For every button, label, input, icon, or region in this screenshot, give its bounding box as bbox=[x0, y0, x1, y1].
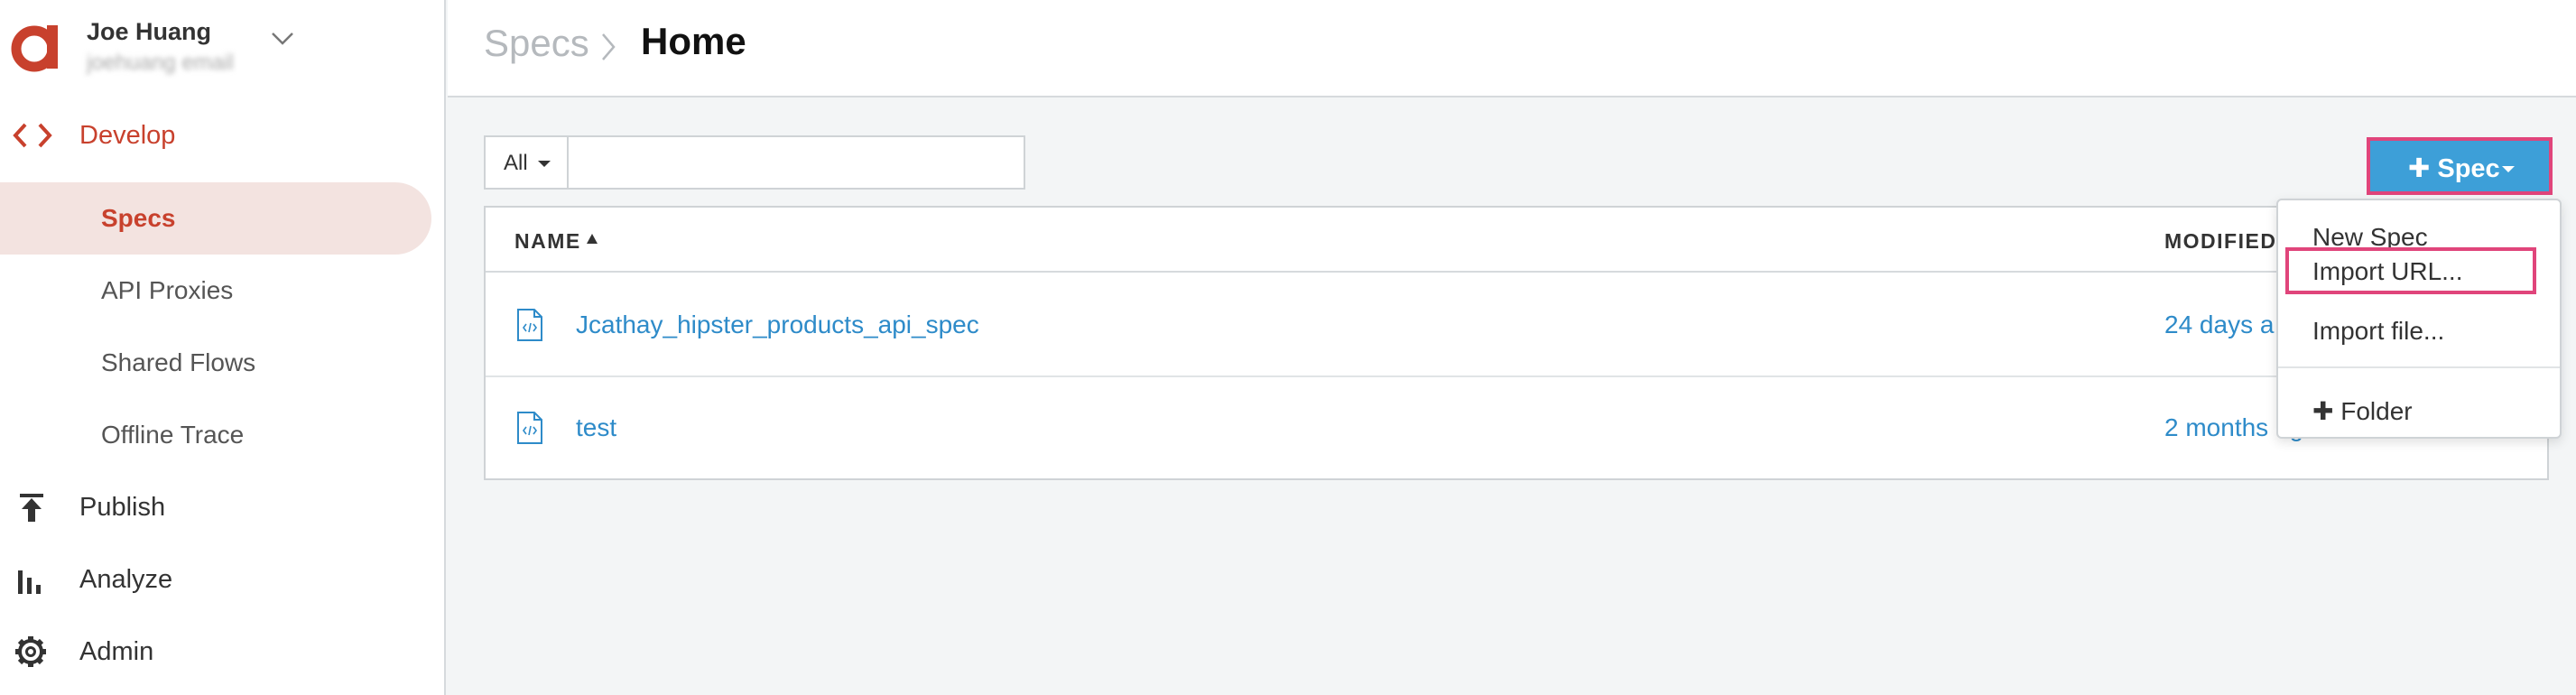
menu-item-label: Import file... bbox=[2312, 317, 2445, 345]
nav-analyze[interactable]: Analyze bbox=[0, 543, 446, 616]
menu-item-text: Folder bbox=[2340, 397, 2413, 425]
publish-icon bbox=[20, 494, 43, 522]
table-row[interactable]: Jcathay_hipster_products_api_spec 24 day… bbox=[486, 274, 2547, 377]
spec-file-icon bbox=[517, 412, 542, 444]
column-header-modified[interactable]: MODIFIED bbox=[2164, 229, 2276, 254]
user-name: Joe Huang bbox=[87, 18, 212, 45]
nav-analyze-label: Analyze bbox=[79, 565, 173, 594]
spec-file-icon bbox=[517, 309, 542, 341]
add-spec-button[interactable]: ✚ Spec bbox=[2367, 137, 2553, 195]
modified-value: 24 days a bbox=[2164, 310, 2275, 338]
caret-down-icon bbox=[2502, 166, 2515, 172]
page-header: Specs Home bbox=[448, 0, 2576, 97]
plus-icon: ✚ bbox=[2312, 397, 2341, 425]
specs-table: NAME MODIFIED Jcathay_hipster_products_a… bbox=[484, 206, 2549, 480]
nav-publish-label: Publish bbox=[79, 493, 166, 522]
add-spec-text: Spec bbox=[2437, 154, 2500, 183]
table-header: NAME MODIFIED bbox=[486, 208, 2547, 273]
sidebar-item-offline-trace[interactable]: Offline Trace bbox=[0, 399, 431, 471]
nav-admin-label: Admin bbox=[79, 637, 154, 666]
user-email: joehuang email bbox=[87, 51, 234, 75]
sidebar: Joe Huang joehuang email Develop Specs A… bbox=[0, 0, 446, 695]
sidebar-item-shared-flows[interactable]: Shared Flows bbox=[0, 327, 431, 399]
chevron-down-icon[interactable] bbox=[271, 31, 294, 47]
plus-icon: ✚ bbox=[2408, 154, 2431, 183]
menu-item-label: ✚ Folder bbox=[2312, 396, 2413, 426]
spec-dropdown-menu: New Spec Import URL... Import file... ✚ … bbox=[2276, 199, 2562, 439]
nav-admin[interactable]: Admin bbox=[0, 616, 446, 688]
menu-item-folder[interactable]: ✚ Folder bbox=[2278, 386, 2560, 433]
menu-item-label: Import URL... bbox=[2312, 257, 2463, 285]
nav-develop[interactable]: Develop bbox=[0, 99, 446, 171]
column-header-name[interactable]: NAME bbox=[514, 229, 581, 254]
sidebar-item-api-proxies[interactable]: API Proxies bbox=[0, 255, 431, 327]
sidebar-item-label: Specs bbox=[101, 204, 176, 232]
chevron-right-icon bbox=[602, 33, 616, 60]
search-input[interactable] bbox=[570, 137, 1024, 188]
code-icon bbox=[13, 123, 52, 148]
sidebar-item-label: Offline Trace bbox=[101, 421, 245, 449]
spec-name-link[interactable]: test bbox=[576, 413, 616, 442]
sidebar-item-label: Shared Flows bbox=[101, 348, 256, 376]
search-filter: All bbox=[484, 135, 1025, 190]
breadcrumb-specs[interactable]: Specs bbox=[484, 22, 589, 65]
bar-chart-icon bbox=[18, 570, 41, 594]
apigee-logo-icon bbox=[11, 25, 58, 72]
add-spec-label: ✚ Spec bbox=[2408, 153, 2500, 184]
gear-icon bbox=[15, 636, 46, 667]
page-title: Home bbox=[641, 20, 746, 62]
menu-divider bbox=[2278, 366, 2560, 368]
caret-down-icon bbox=[538, 161, 551, 167]
nav-develop-label: Develop bbox=[79, 121, 176, 150]
table-row[interactable]: test 2 months ag bbox=[486, 377, 2547, 480]
user-profile[interactable]: Joe Huang joehuang email bbox=[0, 0, 446, 90]
menu-item-import-url[interactable]: Import URL... bbox=[2285, 247, 2536, 294]
sidebar-item-label: API Proxies bbox=[101, 276, 234, 304]
sidebar-item-specs[interactable]: Specs bbox=[0, 182, 431, 255]
menu-item-import-file[interactable]: Import file... bbox=[2278, 307, 2560, 354]
spec-name-link[interactable]: Jcathay_hipster_products_api_spec bbox=[576, 310, 979, 339]
nav-publish[interactable]: Publish bbox=[0, 471, 446, 543]
filter-scope-select[interactable]: All bbox=[486, 137, 569, 188]
sort-ascending-icon[interactable] bbox=[587, 234, 598, 244]
filter-scope-value: All bbox=[504, 151, 528, 175]
